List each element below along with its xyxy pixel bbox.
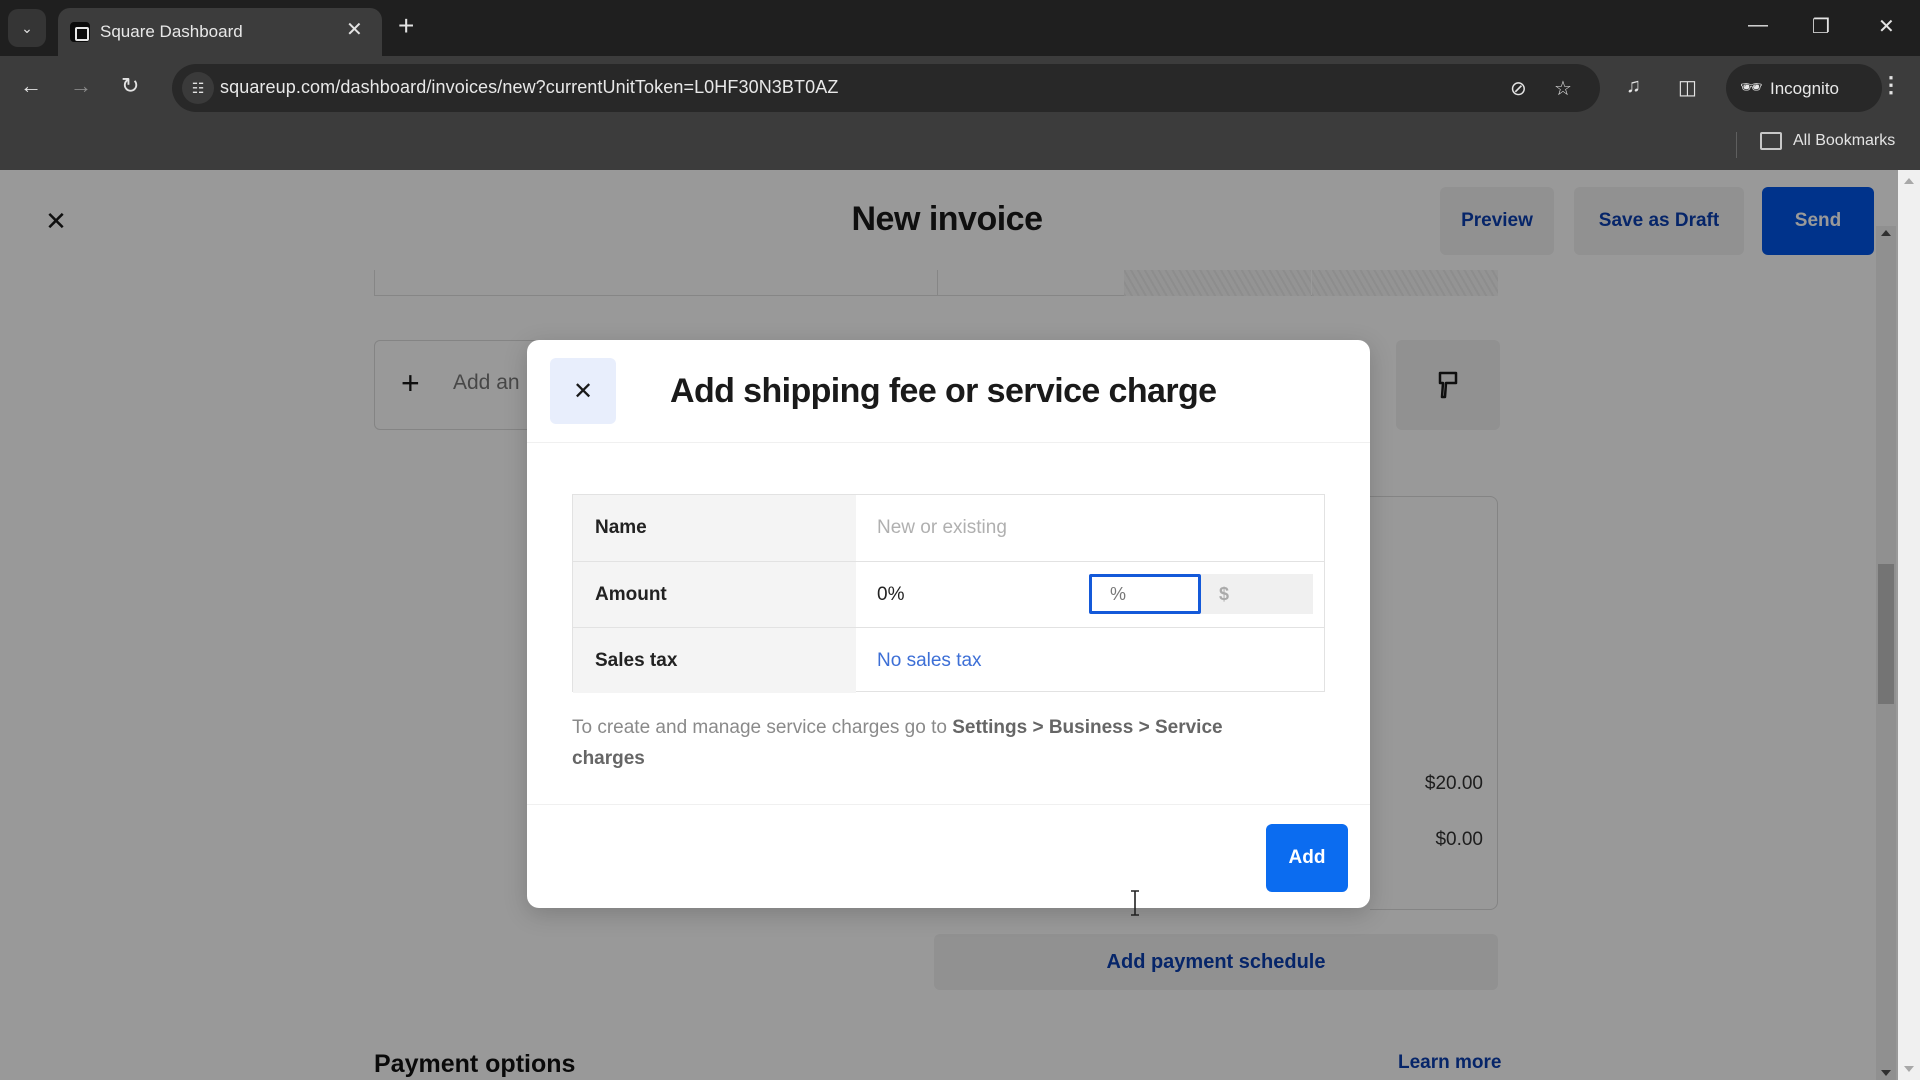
name-label: Name bbox=[573, 495, 856, 561]
all-bookmarks-link[interactable]: All Bookmarks bbox=[1793, 132, 1895, 150]
square-logo-icon bbox=[70, 22, 90, 42]
service-charge-dialog: ✕ Add shipping fee or service charge Nam… bbox=[527, 340, 1370, 908]
invoice-page: ✕ New invoice Preview Save as Draft Send… bbox=[0, 170, 1898, 1080]
forward-button[interactable]: → bbox=[70, 74, 92, 98]
dialog-footer-divider bbox=[527, 804, 1370, 805]
text-cursor-icon bbox=[1131, 890, 1139, 916]
tab-title: Square Dashboard bbox=[100, 22, 243, 41]
chevron-down-icon: ⌄ bbox=[21, 19, 33, 36]
incognito-icon: 🕶 bbox=[1740, 77, 1763, 97]
form-row-amount: Amount 0% % $ bbox=[573, 561, 1324, 627]
browser-tab-bar: ⌄ Square Dashboard ✕ + — ❐ ✕ bbox=[0, 0, 1920, 56]
bookmarks-divider bbox=[1736, 132, 1737, 158]
star-icon[interactable]: ☆ bbox=[1554, 76, 1572, 101]
incognito-label: Incognito bbox=[1770, 79, 1839, 98]
sales-tax-label: Sales tax bbox=[573, 628, 856, 693]
kebab-menu-icon[interactable]: ⋮ bbox=[1880, 72, 1902, 98]
percent-toggle[interactable]: % bbox=[1089, 574, 1201, 614]
address-bar[interactable]: ☷ squareup.com/dashboard/invoices/new?cu… bbox=[172, 64, 1600, 112]
new-tab-button[interactable]: + bbox=[398, 12, 414, 40]
folder-icon bbox=[1760, 132, 1782, 150]
bookmarks-bar: All Bookmarks bbox=[0, 120, 1920, 170]
tab-close-icon[interactable]: ✕ bbox=[346, 20, 363, 40]
page-scrollbar[interactable] bbox=[1898, 170, 1920, 1080]
helper-prefix: To create and manage service charges go … bbox=[572, 717, 953, 738]
back-button[interactable]: ← bbox=[20, 74, 42, 98]
media-control-icon[interactable]: ♫ bbox=[1626, 75, 1641, 98]
form-row-name: Name bbox=[573, 495, 1324, 561]
dollar-toggle[interactable]: $ bbox=[1201, 574, 1313, 614]
name-input[interactable] bbox=[856, 495, 1324, 561]
helper-text: To create and manage service charges go … bbox=[572, 712, 1292, 774]
form-row-sales-tax: Sales tax No sales tax bbox=[573, 627, 1324, 693]
eye-off-icon[interactable]: ⊘ bbox=[1510, 76, 1527, 101]
add-button[interactable]: Add bbox=[1266, 824, 1348, 892]
close-window-icon[interactable]: ✕ bbox=[1878, 14, 1895, 39]
dialog-header-divider bbox=[527, 442, 1370, 443]
scroll-down-arrow-icon[interactable] bbox=[1904, 1066, 1914, 1072]
side-panel-icon[interactable]: ◫ bbox=[1678, 75, 1697, 100]
browser-toolbar: ← → ↻ ☷ squareup.com/dashboard/invoices/… bbox=[0, 56, 1920, 120]
site-info-icon[interactable]: ☷ bbox=[182, 72, 214, 104]
browser-tab[interactable]: Square Dashboard ✕ bbox=[58, 8, 382, 56]
scroll-up-arrow-icon[interactable] bbox=[1904, 178, 1914, 184]
sales-tax-link[interactable]: No sales tax bbox=[877, 628, 982, 693]
incognito-indicator[interactable]: 🕶 Incognito bbox=[1726, 64, 1882, 112]
minimize-icon[interactable]: — bbox=[1748, 14, 1768, 37]
amount-label: Amount bbox=[573, 562, 856, 627]
service-charge-form: Name Amount 0% % $ Sales tax No sales ta… bbox=[572, 494, 1325, 693]
reload-button[interactable]: ↻ bbox=[121, 74, 139, 98]
dialog-title: Add shipping fee or service charge bbox=[670, 372, 1217, 410]
tab-search-button[interactable]: ⌄ bbox=[8, 9, 46, 47]
dialog-close-button[interactable]: ✕ bbox=[550, 358, 616, 424]
url-text[interactable]: squareup.com/dashboard/invoices/new?curr… bbox=[220, 77, 838, 98]
restore-icon[interactable]: ❐ bbox=[1812, 14, 1830, 39]
close-icon: ✕ bbox=[572, 377, 594, 405]
